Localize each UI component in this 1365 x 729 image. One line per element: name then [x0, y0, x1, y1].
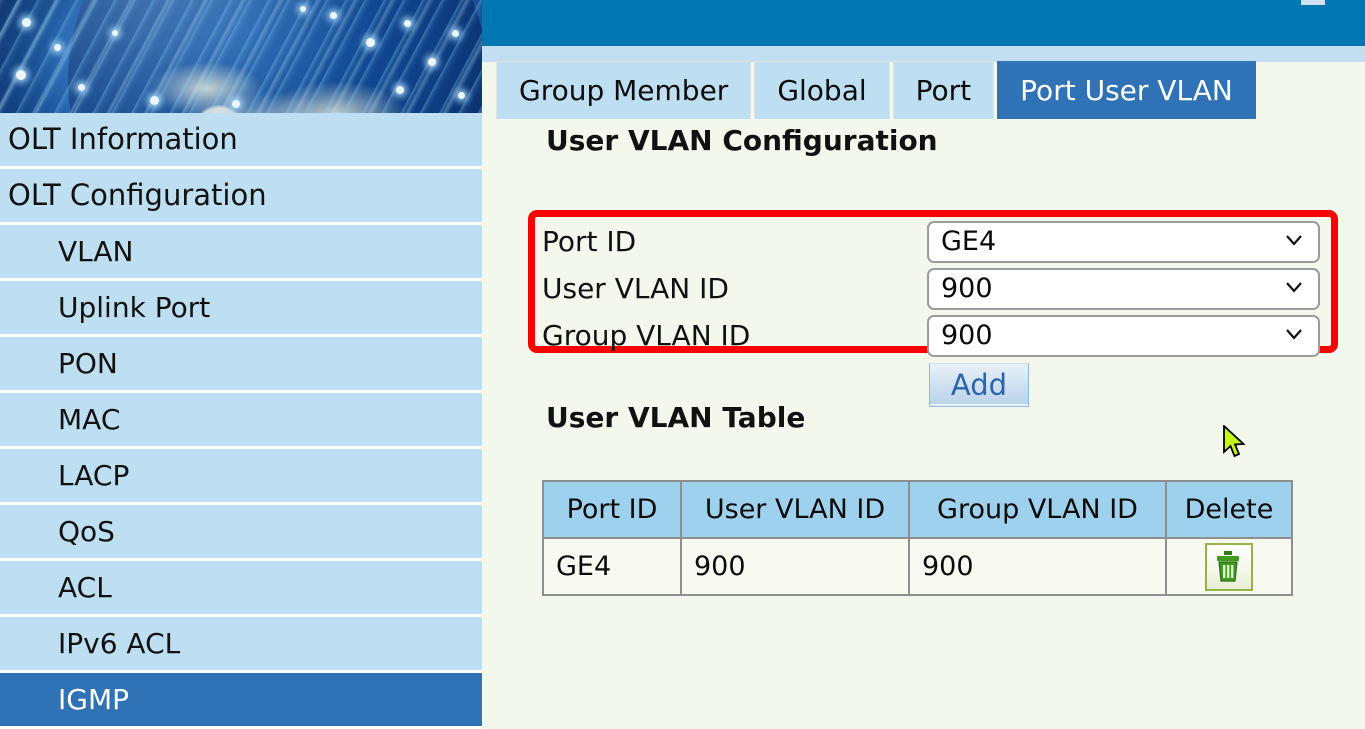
- add-button[interactable]: Add: [929, 363, 1029, 407]
- tab-port[interactable]: Port: [892, 61, 995, 119]
- sidebar-item-vlan[interactable]: VLAN: [0, 225, 482, 278]
- table-row: GE4 900 900: [542, 537, 1293, 596]
- user-vlan-id-value: 900: [941, 273, 993, 304]
- chevron-down-icon: [1284, 277, 1304, 297]
- group-vlan-id-value: 900: [941, 320, 993, 351]
- cell-delete: [1165, 537, 1293, 596]
- content-pane: Group Member Global Port Port User VLAN …: [482, 46, 1365, 729]
- group-vlan-id-label: Group VLAN ID: [542, 319, 751, 352]
- cell-port-id: GE4: [542, 537, 682, 596]
- form-row-group-vlan-id: Group VLAN ID 900: [542, 312, 1332, 359]
- tab-label: Port User VLAN: [1020, 74, 1233, 107]
- column-header-port-id: Port ID: [542, 480, 682, 539]
- sidebar-item-lacp[interactable]: LACP: [0, 449, 482, 502]
- sidebar-item-olt-information[interactable]: OLT Information: [0, 113, 482, 166]
- chevron-down-icon: [1284, 324, 1304, 344]
- user-vlan-id-label: User VLAN ID: [542, 272, 729, 305]
- sidebar-item-olt-configuration[interactable]: OLT Configuration: [0, 169, 482, 222]
- banner-image: [0, 0, 482, 113]
- tab-bar: Group Member Global Port Port User VLAN: [496, 61, 1259, 119]
- sidebar-item-label: MAC: [58, 403, 121, 436]
- sidebar-item-label: Uplink Port: [58, 291, 211, 324]
- light-dots: [0, 0, 482, 113]
- sidebar-item-acl[interactable]: ACL: [0, 561, 482, 614]
- sidebar-item-ipv6-acl[interactable]: IPv6 ACL: [0, 617, 482, 670]
- sidebar-item-pon[interactable]: PON: [0, 337, 482, 390]
- sidebar-item-label: QoS: [58, 515, 115, 548]
- sidebar-item-label: IPv6 ACL: [58, 627, 181, 660]
- sidebar-item-igmp[interactable]: IGMP: [0, 673, 482, 726]
- tabs-background-strip: [482, 46, 1365, 62]
- sidebar-item-qos[interactable]: QoS: [0, 505, 482, 558]
- port-id-label: Port ID: [542, 225, 637, 258]
- user-vlan-table: Port ID User VLAN ID Group VLAN ID Delet…: [542, 480, 1293, 596]
- port-id-value: GE4: [941, 226, 997, 257]
- chevron-down-icon: [1284, 230, 1304, 250]
- application-window: OLT Information OLT Configuration VLAN U…: [0, 0, 1365, 729]
- form-row-user-vlan-id: User VLAN ID 900: [542, 265, 1332, 312]
- form-row-port-id: Port ID GE4: [542, 218, 1332, 265]
- user-vlan-configuration-title: User VLAN Configuration: [546, 124, 938, 157]
- sidebar-item-uplink-port[interactable]: Uplink Port: [0, 281, 482, 334]
- sidebar-item-label: IGMP: [58, 683, 129, 716]
- port-id-select[interactable]: GE4: [927, 220, 1320, 263]
- sidebar-menu: OLT Information OLT Configuration VLAN U…: [0, 113, 482, 729]
- sidebar-item-label: ACL: [58, 571, 112, 604]
- table-header-row: Port ID User VLAN ID Group VLAN ID Delet…: [542, 480, 1293, 539]
- cell-group-vlan-id: 900: [908, 537, 1167, 596]
- sidebar-item-label: OLT Configuration: [8, 178, 267, 212]
- trash-icon[interactable]: [1205, 542, 1253, 591]
- column-header-group-vlan-id: Group VLAN ID: [908, 480, 1167, 539]
- user-vlan-table-title: User VLAN Table: [546, 401, 806, 434]
- user-vlan-configuration-form: Port ID GE4 User VLAN ID 900 Group VLAN …: [542, 218, 1332, 359]
- tab-label: Port: [915, 74, 972, 107]
- sidebar-item-label: VLAN: [58, 235, 134, 268]
- header-notch: [1301, 0, 1325, 5]
- sidebar-item-label: OLT Information: [8, 122, 238, 156]
- tab-label: Global: [777, 74, 867, 107]
- sidebar-item-mac[interactable]: MAC: [0, 393, 482, 446]
- sidebar-item-label: PON: [58, 347, 118, 380]
- tab-label: Group Member: [519, 74, 729, 107]
- user-vlan-id-select[interactable]: 900: [927, 267, 1320, 310]
- sidebar-item-label: LACP: [58, 459, 130, 492]
- column-header-delete: Delete: [1165, 480, 1293, 539]
- tab-port-user-vlan[interactable]: Port User VLAN: [997, 61, 1256, 119]
- column-header-user-vlan-id: User VLAN ID: [680, 480, 910, 539]
- cell-user-vlan-id: 900: [680, 537, 910, 596]
- sidebar: OLT Information OLT Configuration VLAN U…: [0, 0, 482, 729]
- tab-global[interactable]: Global: [754, 61, 890, 119]
- group-vlan-id-select[interactable]: 900: [927, 314, 1320, 357]
- tab-group-member[interactable]: Group Member: [496, 61, 752, 119]
